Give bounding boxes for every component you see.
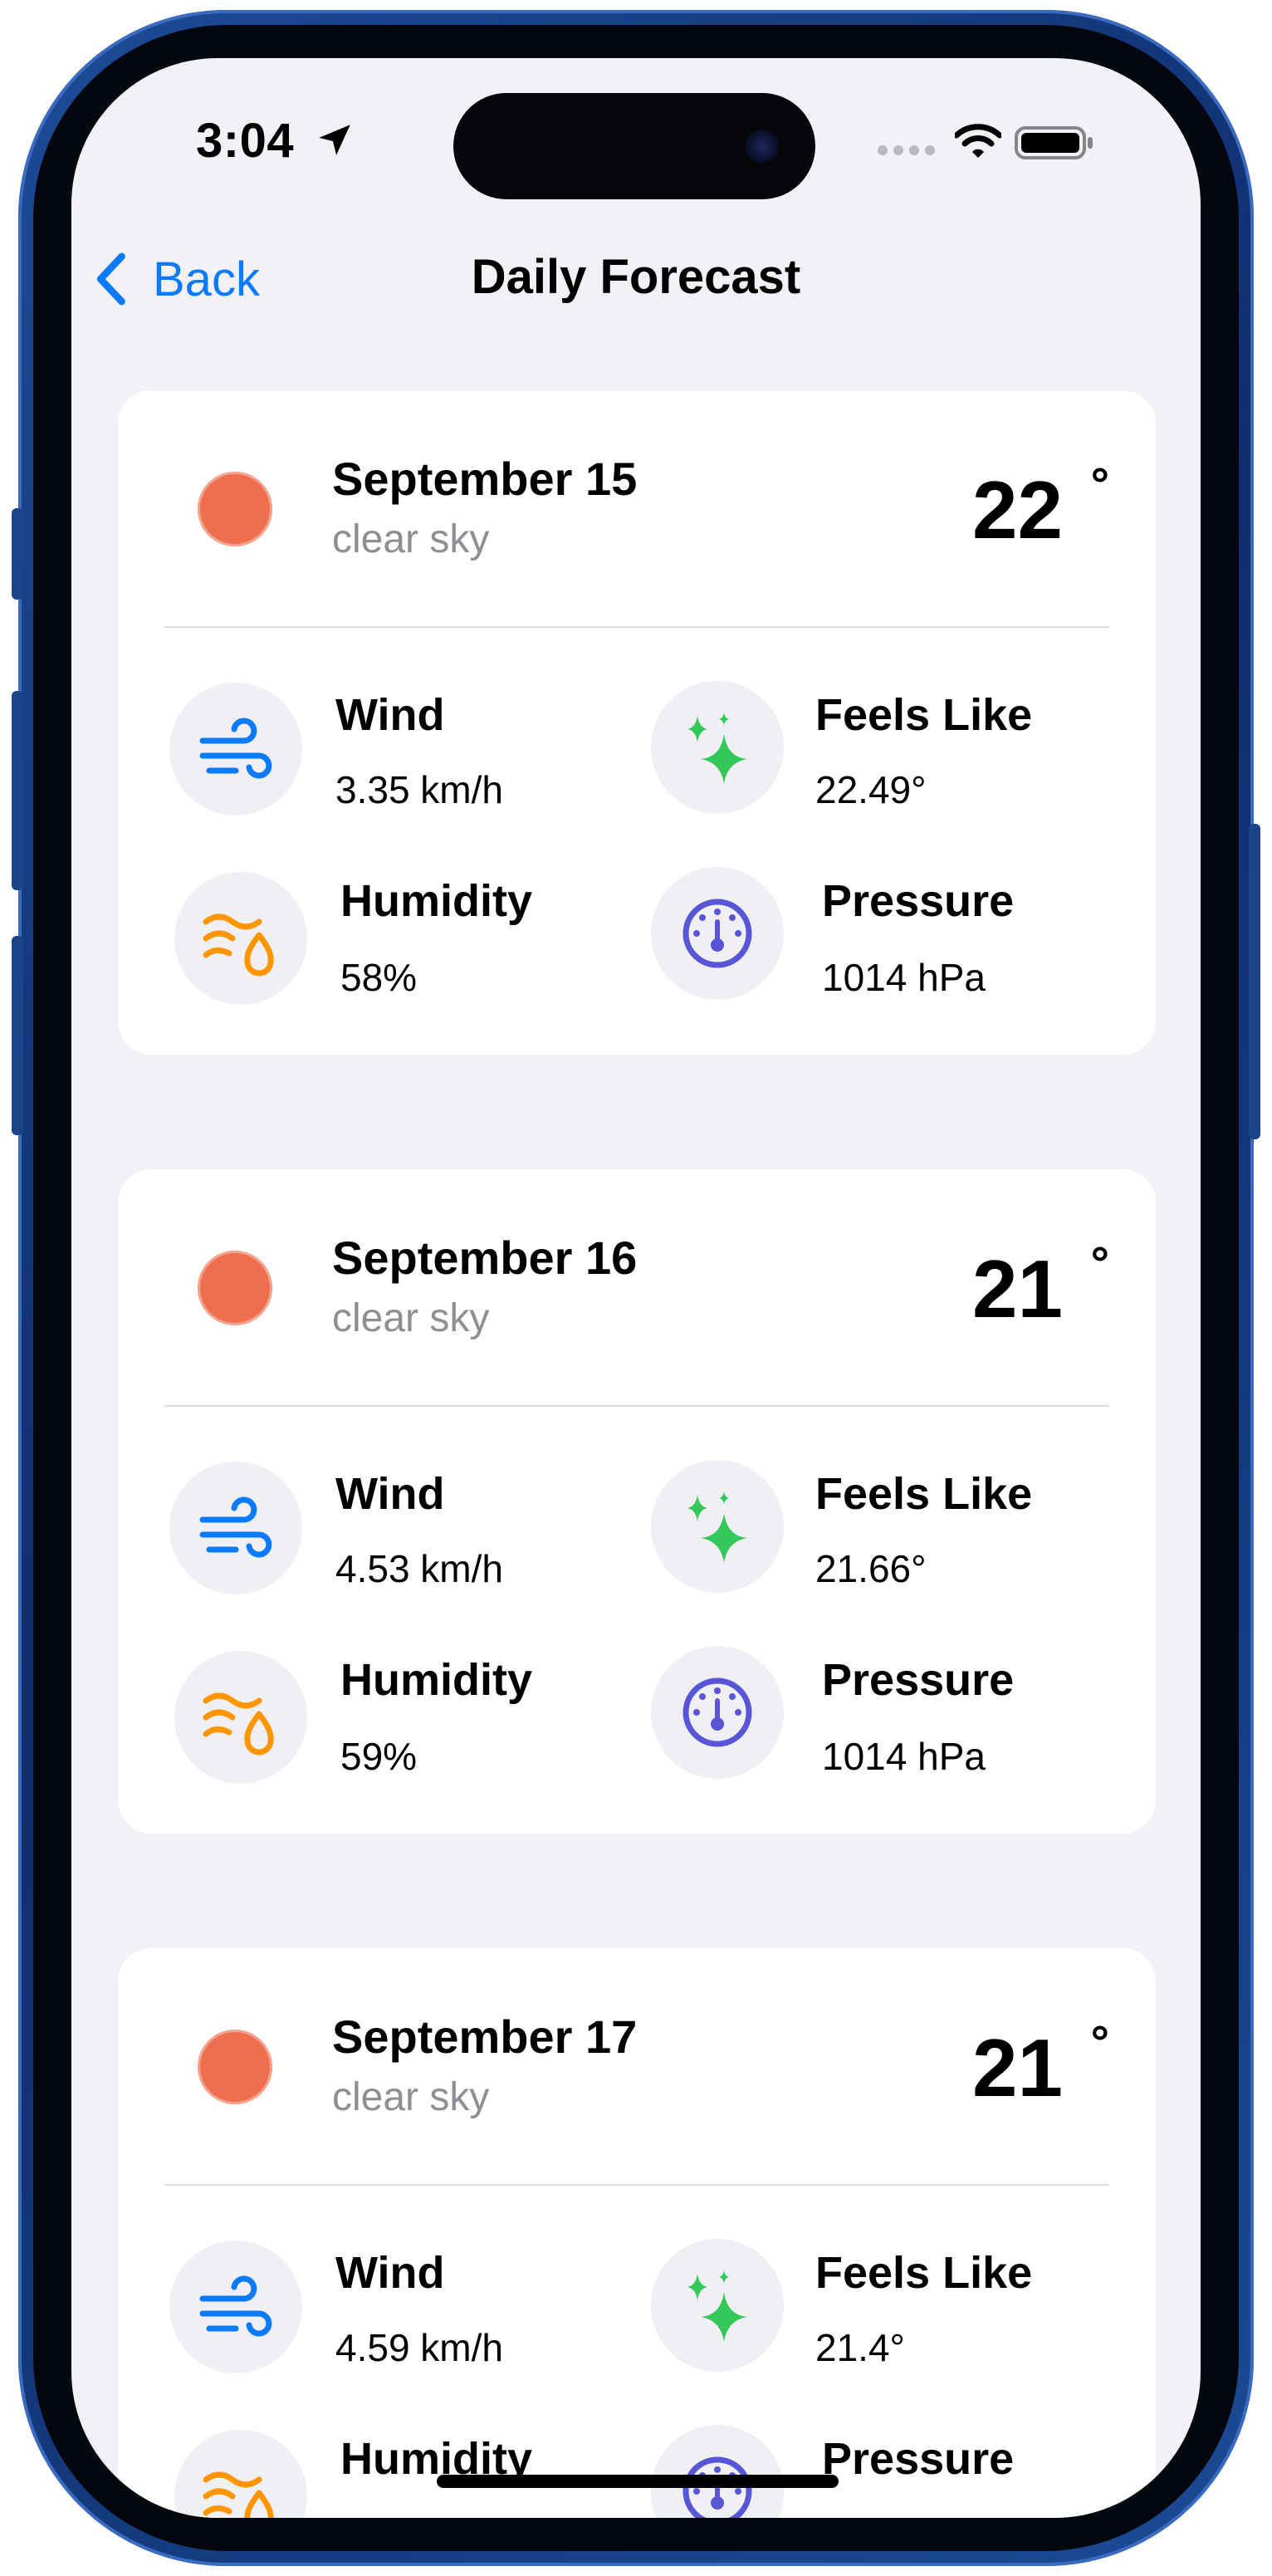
humidity-label: Humidity	[340, 876, 533, 926]
location-arrow-icon	[319, 125, 350, 155]
humidity-icon	[203, 913, 274, 977]
wind-icon-circle	[169, 1462, 302, 1594]
humidity-icon-circle	[174, 872, 307, 1005]
divider	[164, 2184, 1109, 2186]
forecast-date: September 15	[332, 453, 638, 505]
humidity-value: 58%	[340, 956, 418, 999]
wind-label: Wind	[335, 690, 445, 740]
humidity-icon-circle	[174, 2430, 307, 2518]
feels-like-icon-circle	[651, 1460, 784, 1593]
feels-like-label: Feels Like	[815, 690, 1033, 740]
pressure-label: Pressure	[822, 876, 1015, 926]
humidity-icon-circle	[174, 1651, 307, 1784]
screen: 3:04 Back Daily Forecast September 15 cl…	[71, 58, 1201, 2518]
forecast-description: clear sky	[332, 2075, 490, 2119]
sparkles-icon	[687, 1491, 747, 1563]
feels-like-value: 21.66°	[815, 1547, 927, 1590]
sun-icon	[198, 1251, 272, 1325]
feels-like-label: Feels Like	[815, 1469, 1033, 1519]
gauge-icon	[682, 899, 752, 968]
volume-down-button	[12, 936, 23, 1135]
humidity-icon	[203, 1692, 274, 1756]
sparkles-icon	[687, 713, 747, 784]
degree-symbol: °	[1090, 2015, 1109, 2068]
wind-label: Wind	[335, 2248, 445, 2298]
gauge-icon	[682, 1677, 752, 1747]
feels-like-value: 21.4°	[815, 2326, 905, 2369]
forecast-temperature: 21	[971, 2022, 1063, 2113]
status-time: 3:04	[196, 114, 295, 168]
action-button	[12, 508, 23, 600]
forecast-card[interactable]: September 15 clear sky 22 ° Wind 3.35 km…	[118, 390, 1156, 1055]
pressure-label: Pressure	[822, 2434, 1015, 2484]
feels-like-icon-circle	[651, 681, 784, 814]
feels-like-value: 22.49°	[815, 768, 927, 811]
page-title: Daily Forecast	[471, 250, 801, 304]
divider	[164, 626, 1109, 628]
forecast-temperature: 22	[971, 464, 1063, 556]
wind-value: 3.35 km/h	[335, 768, 503, 811]
feels-like-icon-circle	[651, 2239, 784, 2372]
degree-symbol: °	[1090, 1237, 1109, 1289]
wind-value: 4.59 km/h	[335, 2326, 503, 2369]
dynamic-island	[453, 93, 815, 199]
forecast-date: September 16	[332, 1232, 638, 1284]
divider	[164, 1405, 1109, 1407]
pressure-label: Pressure	[822, 1655, 1015, 1705]
sparkles-icon	[687, 2270, 747, 2342]
pressure-icon-circle	[651, 867, 784, 1000]
volume-up-button	[12, 691, 23, 890]
feels-like-label: Feels Like	[815, 2248, 1033, 2298]
wind-label: Wind	[335, 1469, 445, 1519]
degree-symbol: °	[1090, 458, 1109, 510]
sun-icon	[198, 472, 272, 546]
wind-icon	[199, 2275, 272, 2337]
home-indicator[interactable]	[437, 2475, 839, 2488]
humidity-label: Humidity	[340, 1655, 533, 1705]
wind-icon	[199, 717, 272, 779]
pressure-value: 1014 hPa	[822, 1735, 986, 1778]
power-button	[1249, 824, 1260, 1139]
pressure-icon-circle	[651, 1646, 784, 1779]
wind-icon-circle	[169, 683, 302, 815]
wind-icon	[199, 1496, 272, 1558]
cellular-signal-icon	[878, 145, 935, 155]
wind-value: 4.53 km/h	[335, 1547, 503, 1590]
wind-icon-circle	[169, 2241, 302, 2373]
battery-icon	[1015, 126, 1093, 159]
camera-icon	[746, 130, 779, 163]
humidity-icon	[203, 2471, 274, 2518]
wifi-icon	[955, 124, 1001, 158]
forecast-description: clear sky	[332, 1296, 490, 1340]
pressure-icon-circle	[651, 2425, 784, 2518]
forecast-date: September 17	[332, 2010, 638, 2063]
sun-icon	[198, 2030, 272, 2104]
pressure-value: 1014 hPa	[822, 956, 986, 999]
forecast-temperature: 21	[971, 1243, 1063, 1335]
humidity-value: 59%	[340, 1735, 418, 1778]
forecast-description: clear sky	[332, 517, 490, 561]
forecast-card[interactable]: September 17 clear sky 21 ° Wind 4.59 km…	[118, 1948, 1156, 2518]
forecast-card[interactable]: September 16 clear sky 21 ° Wind 4.53 km…	[118, 1169, 1156, 1834]
